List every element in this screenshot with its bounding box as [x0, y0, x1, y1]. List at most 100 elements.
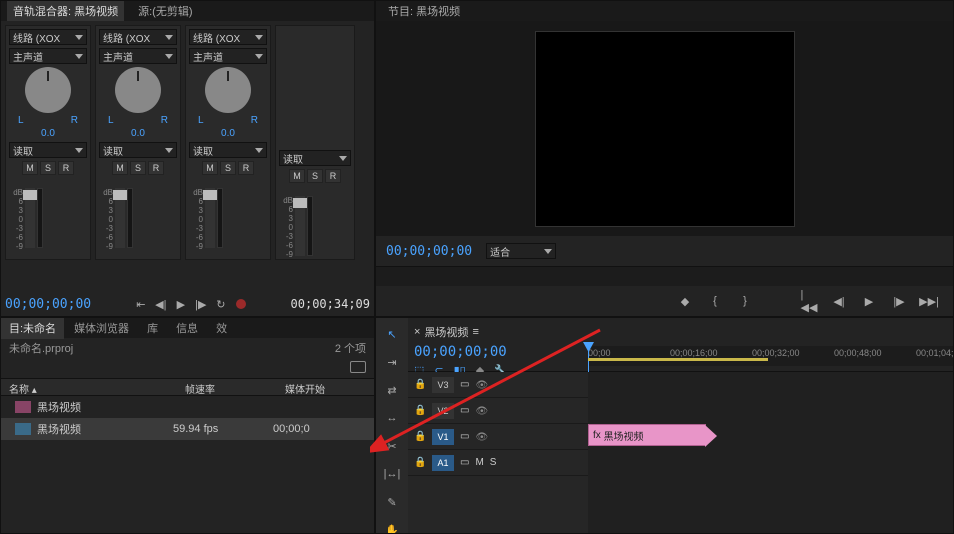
video-clip[interactable]: fx 黑场视频 [588, 424, 706, 446]
project-tab[interactable]: 效 [208, 317, 235, 339]
hand-tool-icon[interactable]: ✋ [382, 520, 402, 534]
volume-fader[interactable] [115, 188, 125, 248]
route-dropdown[interactable]: 线路 (XOX [189, 29, 267, 45]
r-button[interactable]: R [148, 161, 164, 175]
lock-icon[interactable]: 🔒 [414, 405, 426, 417]
automation-dropdown[interactable]: 读取 [9, 142, 87, 158]
audio-mixer-panel: 音轨混合器: 黑场视频 源:(无剪辑) 线路 (XOX 主声道 LR 0.0 读… [0, 0, 375, 317]
bin-icon[interactable] [350, 361, 366, 373]
step-back-icon[interactable]: ◀| [153, 296, 169, 312]
project-item-row[interactable]: 黑场视频59.94 fps00;00;0 [1, 418, 374, 440]
mixer-channel: 线路 (XOX 主声道 LR 0.0 读取 MSR dB630-3-6-9 [95, 25, 181, 260]
pan-value: 0.0 [131, 128, 145, 139]
mark-in-icon[interactable]: ◆ [677, 293, 693, 309]
eye-icon[interactable]: 👁 [475, 406, 489, 416]
track-header-a1[interactable]: 🔒A1▭M S [408, 450, 588, 476]
project-tab[interactable]: 信息 [168, 317, 206, 339]
output-dropdown[interactable]: 主声道 [9, 48, 87, 64]
step-fwd-icon[interactable]: |▶ [193, 296, 209, 312]
track-header-v3[interactable]: 🔒V3▭👁 [408, 372, 588, 398]
s-button[interactable]: S [220, 161, 236, 175]
timeline-tc[interactable]: 00;00;00;00 [414, 344, 582, 360]
sequence-tab[interactable]: × 黑场视频 ≡ [414, 322, 582, 342]
r-button[interactable]: R [238, 161, 254, 175]
output-dropdown[interactable]: 主声道 [189, 48, 267, 64]
loop-icon[interactable]: ↻ [213, 296, 229, 312]
timeline-tracks-area[interactable]: fx 黑场视频 [588, 372, 953, 534]
sort-icon[interactable]: ▴ [32, 385, 37, 396]
program-ruler[interactable] [376, 266, 953, 286]
slip-tool-icon[interactable]: |↔| [382, 464, 402, 484]
automation-dropdown[interactable]: 读取 [189, 142, 267, 158]
mixer-tab[interactable]: 音轨混合器: 黑场视频 [7, 1, 124, 21]
goto-start-icon[interactable]: |◀◀ [801, 293, 817, 309]
toggle-output-icon[interactable]: ▭ [460, 379, 469, 390]
volume-fader[interactable] [205, 188, 215, 248]
next-frame-icon[interactable]: |▶ [891, 293, 907, 309]
track-header-v1[interactable]: 🔒V1▭👁 [408, 424, 588, 450]
automation-dropdown[interactable]: 读取 [99, 142, 177, 158]
mixer-tc-in: 00;00;00;00 [5, 297, 91, 312]
program-play-icon[interactable]: ▶ [861, 293, 877, 309]
m-button[interactable]: M [112, 161, 128, 175]
zoom-fit-dropdown[interactable]: 适合 [486, 243, 556, 259]
timeline-toolbar: ↖ ⇥ ⇄ ↔ ✂ |↔| ✎ ✋ [376, 318, 408, 534]
ripple-tool-icon[interactable]: ⇄ [382, 380, 402, 400]
fx-badge-icon: fx [593, 430, 601, 441]
pan-knob[interactable] [205, 67, 251, 113]
source-tab[interactable]: 源:(无剪辑) [132, 1, 198, 21]
project-item-count: 2 个项 [335, 340, 366, 354]
play-icon[interactable]: ▶ [173, 296, 189, 312]
project-item-row[interactable]: 黑场视频 [1, 396, 374, 418]
eye-icon[interactable]: 👁 [475, 380, 489, 390]
r-button[interactable]: R [58, 161, 74, 175]
route-dropdown[interactable]: 线路 (XOX [99, 29, 177, 45]
toggle-output-icon[interactable]: ▭ [460, 405, 469, 416]
track-headers: 🔒V3▭👁 🔒V2▭👁 🔒V1▭👁 🔒A1▭M S [408, 372, 588, 534]
rate-stretch-tool-icon[interactable]: ↔ [382, 408, 402, 428]
m-button[interactable]: M [22, 161, 38, 175]
pan-value: 0.0 [221, 128, 235, 139]
eye-icon[interactable]: 👁 [475, 432, 489, 442]
output-dropdown[interactable]: 主声道 [99, 48, 177, 64]
goto-in-icon[interactable]: ⇤ [133, 296, 149, 312]
s-button[interactable]: S [40, 161, 56, 175]
track-header-v2[interactable]: 🔒V2▭👁 [408, 398, 588, 424]
prev-frame-icon[interactable]: ◀| [831, 293, 847, 309]
lock-icon[interactable]: 🔒 [414, 457, 426, 469]
route-dropdown[interactable]: 线路 (XOX [9, 29, 87, 45]
brace-out-icon[interactable]: } [737, 293, 753, 309]
pan-knob[interactable] [115, 67, 161, 113]
lock-icon[interactable]: 🔒 [414, 431, 426, 443]
program-tab[interactable]: 节目: 黑场视频 [382, 1, 466, 21]
mixer-channel: 线路 (XOX 主声道 LR 0.0 读取 MSR dB630-3-6-9 [5, 25, 91, 260]
brace-in-icon[interactable]: { [707, 293, 723, 309]
project-columns-header: 名称 ▴ 帧速率 媒体开始 [1, 378, 374, 396]
project-tab[interactable]: 库 [139, 317, 166, 339]
record-button[interactable] [233, 296, 249, 312]
program-tc[interactable]: 00;00;00;00 [386, 244, 472, 259]
volume-fader[interactable] [25, 188, 35, 248]
r-button[interactable]: R [325, 169, 341, 183]
s-button[interactable]: S [307, 169, 323, 183]
ruler-tick: 00;01;04;04 [916, 348, 954, 358]
track-select-tool-icon[interactable]: ⇥ [382, 352, 402, 372]
work-area-bar[interactable] [588, 358, 768, 361]
project-tab[interactable]: 媒体浏览器 [66, 317, 137, 339]
volume-fader[interactable] [295, 196, 305, 256]
pen-tool-icon[interactable]: ✎ [382, 492, 402, 512]
timeline-ruler[interactable]: 00;0000;00;16;0000;00;32;0000;00;48;0000… [588, 346, 953, 366]
automation-dropdown[interactable]: 读取 [279, 150, 351, 166]
goto-end-icon[interactable]: ▶▶| [921, 293, 937, 309]
project-tab[interactable]: 目:未命名 [1, 317, 64, 339]
program-viewer [376, 21, 953, 236]
m-button[interactable]: M [202, 161, 218, 175]
m-button[interactable]: M [289, 169, 305, 183]
lock-icon[interactable]: 🔒 [414, 379, 426, 391]
s-button[interactable]: S [130, 161, 146, 175]
razor-tool-icon[interactable]: ✂ [382, 436, 402, 456]
toggle-output-icon[interactable]: ▭ [460, 431, 469, 442]
pan-knob[interactable] [25, 67, 71, 113]
toggle-output-icon[interactable]: ▭ [460, 457, 469, 468]
selection-tool-icon[interactable]: ↖ [382, 324, 402, 344]
